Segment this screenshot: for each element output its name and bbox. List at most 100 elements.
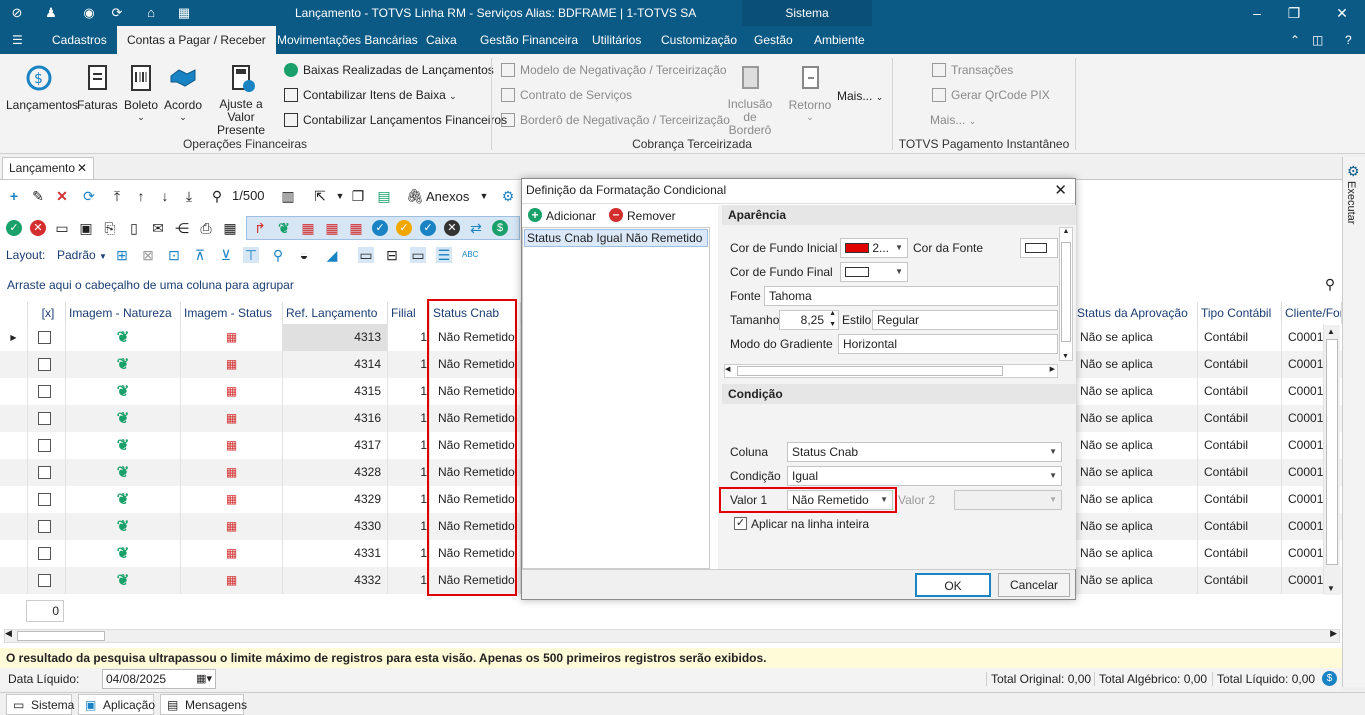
tab-mensagens[interactable]: ▤ Mensagens <box>160 694 247 715</box>
contabilizar-lancamentos-button[interactable]: Contabilizar Lançamentos Financeiros <box>284 110 507 130</box>
gradiente-field[interactable]: Horizontal <box>838 334 1058 354</box>
faturas-button[interactable]: Faturas <box>77 62 118 112</box>
mais-pix-button[interactable]: Mais... ⌄ <box>930 110 976 130</box>
header-cliente[interactable]: Cliente/For <box>1282 302 1342 324</box>
row-checkbox[interactable] <box>38 358 51 371</box>
export-dropdown-icon[interactable]: ▼ <box>332 188 348 204</box>
first-record-icon[interactable]: ⤒ <box>109 188 125 204</box>
menu-caixa[interactable]: Caixa <box>426 26 457 54</box>
columns-icon[interactable]: ▥ <box>280 188 296 204</box>
lancamentos-button[interactable]: $ Lançamentos <box>6 62 78 112</box>
tamanho-spinner[interactable]: 8,25 ▲ ▼ <box>779 310 839 330</box>
menu-gestao[interactable]: Gestão <box>754 26 793 54</box>
row-checkbox[interactable] <box>38 493 51 506</box>
calendar-icon[interactable]: ▦ <box>222 220 238 236</box>
aparencia-hscroll[interactable]: ◀ ▶ <box>724 364 1058 378</box>
row-checkbox[interactable] <box>38 385 51 398</box>
chart-icon[interactable]: ◢ <box>324 247 340 263</box>
header-ref-lancamento[interactable]: Ref. Lançamento <box>283 302 388 324</box>
attach-doc-icon[interactable]: ▤ <box>376 188 392 204</box>
row-checkbox[interactable] <box>38 439 51 452</box>
header-select[interactable]: [x] <box>28 302 66 324</box>
check-approve-icon[interactable]: ✓ <box>420 220 436 236</box>
dollar-icon[interactable]: $ <box>492 220 508 236</box>
tab-sistema[interactable]: ▭ Sistema <box>6 694 74 715</box>
valor2-select[interactable]: ▼ <box>954 490 1062 510</box>
scroll-left-icon[interactable]: ◀ <box>725 365 730 373</box>
collapse-ribbon-icon[interactable]: ⌃ <box>1290 26 1300 54</box>
check-circle-icon[interactable]: ✓ <box>6 220 22 236</box>
data-liquido-input[interactable]: 04/08/2025 ▦▾ <box>102 669 216 689</box>
aparencia-vscroll[interactable]: ▲ ▼ <box>1059 227 1073 361</box>
last-record-icon[interactable]: ⤓ <box>181 188 197 204</box>
acordo-button[interactable]: Acordo ⌄ <box>163 62 203 123</box>
refresh-icon[interactable]: ⟳ <box>81 188 97 204</box>
anexos-button[interactable]: Anexos <box>426 189 469 204</box>
save-layout-icon[interactable]: ⊡ <box>166 247 182 263</box>
edit-icon[interactable]: ✎ <box>30 188 46 204</box>
shapes-icon[interactable]: ◒ <box>296 247 312 263</box>
aplicar-checkbox[interactable]: ✓ <box>734 517 747 530</box>
layout-icon[interactable]: ◫ <box>1312 26 1323 54</box>
scroll-right-icon[interactable]: ▶ <box>1050 365 1055 373</box>
paperclip-icon[interactable]: 🖇 <box>406 188 424 204</box>
contabilizar-itens-button[interactable]: Contabilizar Itens de Baixa ⌄ <box>284 85 457 105</box>
close-tab-icon[interactable]: ✕ <box>77 158 87 178</box>
menu-movimentacoes[interactable]: Movimentações Bancárias <box>277 26 418 54</box>
minimize-icon[interactable]: – <box>1245 3 1269 23</box>
copy-record-icon[interactable]: ⎘ <box>102 220 118 236</box>
restore-icon[interactable]: ❐ <box>1282 3 1306 23</box>
header-tipo-contabil[interactable]: Tipo Contábil <box>1198 302 1282 324</box>
pin-icon[interactable]: ⚲ <box>270 247 286 263</box>
coluna-select[interactable]: Status Cnab ▼ <box>787 442 1062 462</box>
exchange-icon[interactable]: ⇄ <box>468 220 484 236</box>
document-tab[interactable]: Lançamento ✕ <box>2 157 94 179</box>
check-yellow-icon[interactable]: ✓ <box>396 220 412 236</box>
document-icon[interactable]: ▯ <box>126 220 142 236</box>
totvs-logo-icon[interactable]: ⊘ <box>8 4 26 22</box>
scroll-thumb[interactable] <box>1061 242 1071 342</box>
cor-fundo-final-select[interactable]: ▼ <box>840 262 908 282</box>
inclusao-bordero-button[interactable]: Inclusão de Borderô <box>722 62 778 137</box>
row-checkbox[interactable] <box>38 466 51 479</box>
menu-gestao-financeira[interactable]: Gestão Financeira <box>480 26 578 54</box>
check-blue-icon[interactable]: ✓ <box>372 220 388 236</box>
cor-fonte-select[interactable] <box>1020 238 1058 258</box>
row-checkbox-cell[interactable] <box>28 486 66 513</box>
printer-icon[interactable]: ⎙ <box>198 220 214 236</box>
row-checkbox[interactable] <box>38 520 51 533</box>
add-icon[interactable]: + <box>6 188 22 204</box>
report-icon[interactable]: ▣ <box>78 220 94 236</box>
header-status-cnab[interactable]: Status Cnab <box>430 302 521 324</box>
header-imagem-natureza[interactable]: Imagem - Natureza <box>66 302 181 324</box>
list-view-icon[interactable]: ☰ <box>436 247 452 263</box>
delete-icon[interactable]: ✕ <box>54 188 70 204</box>
valor1-select[interactable]: Não Remetido ▼ <box>787 490 893 510</box>
transacoes-button[interactable]: Transações <box>932 60 1013 80</box>
fonte-field[interactable]: Tahoma <box>764 286 1058 306</box>
menu-cadastros[interactable]: Cadastros <box>52 26 107 54</box>
contrato-servicos-button[interactable]: Contrato de Serviços <box>501 85 632 105</box>
bordero-negativacao-button[interactable]: Borderô de Negativação / Terceirização <box>501 110 730 130</box>
row-checkbox-cell[interactable] <box>28 351 66 378</box>
mais-cobranca-button[interactable]: Mais... ⌄ <box>837 86 883 106</box>
row-checkbox-cell[interactable] <box>28 459 66 486</box>
header-imagem-status[interactable]: Imagem - Status <box>181 302 283 324</box>
menu-ambiente[interactable]: Ambiente <box>814 26 865 54</box>
ajuste-valor-presente-button[interactable]: Ajuste a Valor Presente <box>206 62 276 137</box>
view-icon[interactable]: ◉ <box>80 4 98 22</box>
export-icon[interactable]: ⇱ <box>312 188 328 204</box>
row-checkbox[interactable] <box>38 547 51 560</box>
condicao-select[interactable]: Igual ▼ <box>787 466 1062 486</box>
money-info-icon[interactable]: $ <box>1322 671 1337 686</box>
calendar-x-icon[interactable]: ▦ <box>300 220 316 236</box>
scroll-down-icon[interactable]: ▼ <box>1327 584 1335 593</box>
layout-select[interactable]: Padrão ▼ <box>57 248 107 262</box>
paint-format-icon[interactable]: ⊤ <box>243 247 259 263</box>
calculator-icon[interactable]: ▦ <box>175 4 193 22</box>
arrow-red-icon[interactable]: ↱ <box>252 220 268 236</box>
download-layout-icon[interactable]: ⊻ <box>218 247 234 263</box>
next-record-icon[interactable]: ↓ <box>157 188 173 204</box>
scroll-up-icon[interactable]: ▲ <box>1327 327 1335 336</box>
row-checkbox-cell[interactable] <box>28 567 66 594</box>
